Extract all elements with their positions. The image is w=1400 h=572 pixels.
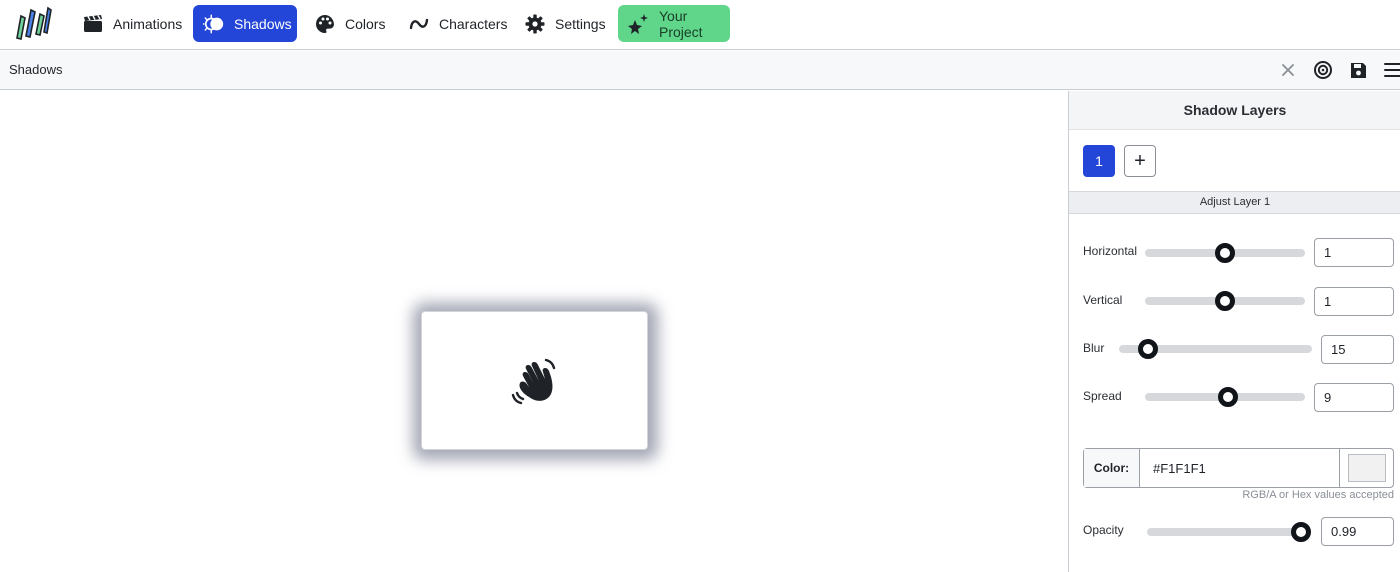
slider-thumb[interactable] (1215, 243, 1235, 263)
nav-label: Settings (555, 15, 606, 32)
spread-input[interactable]: 9 (1314, 383, 1394, 412)
adjust-layer-title: Adjust Layer 1 (1069, 191, 1400, 214)
color-input[interactable]: #F1F1F1 (1140, 449, 1339, 487)
close-button[interactable] (1277, 59, 1299, 81)
nav-label: Colors (345, 15, 386, 32)
app-logo[interactable] (12, 6, 52, 40)
menu-icon (1384, 63, 1400, 77)
color-helper-text: RGB/A or Hex values accepted (1242, 489, 1394, 501)
horizontal-label: Horizontal (1083, 244, 1138, 258)
tilde-icon (408, 13, 430, 35)
slider-thumb[interactable] (1215, 291, 1235, 311)
color-field-group: Color: #F1F1F1 (1083, 448, 1394, 488)
palette-icon (314, 13, 336, 35)
nav-label: Animations (113, 15, 183, 32)
blur-slider[interactable] (1119, 339, 1312, 359)
nav-characters[interactable]: Characters (398, 5, 517, 42)
top-navigation: Animations Shadows Colors Characters Set… (0, 0, 1400, 50)
layer-1-button[interactable]: 1 (1083, 145, 1115, 177)
spread-slider[interactable] (1145, 387, 1305, 407)
panel-title: Shadow Layers (1069, 91, 1400, 130)
clapperboard-icon (82, 13, 104, 35)
vertical-label: Vertical (1083, 293, 1123, 307)
close-icon (1282, 64, 1294, 76)
blur-input[interactable]: 15 (1321, 335, 1394, 364)
shadow-layers-panel: Shadow Layers 1 + Adjust Layer 1 Horizon… (1068, 91, 1400, 572)
nav-label: Your Project (659, 7, 703, 40)
shadow-icon (203, 13, 225, 35)
nav-label: Shadows (234, 15, 292, 32)
opacity-slider[interactable] (1147, 522, 1312, 542)
waving-hand-icon (511, 358, 555, 404)
vertical-slider[interactable] (1145, 291, 1305, 311)
toolbar-title: Shadows (9, 62, 63, 77)
nav-label: Characters (439, 15, 508, 32)
sparkle-stars-icon (628, 13, 650, 35)
save-icon (1350, 62, 1366, 78)
nav-colors[interactable]: Colors (304, 5, 395, 42)
slider-thumb[interactable] (1137, 339, 1158, 359)
color-swatch (1347, 454, 1386, 482)
your-project-button[interactable]: Your Project (618, 5, 730, 42)
add-layer-button[interactable]: + (1124, 145, 1156, 177)
target-button[interactable] (1312, 59, 1334, 81)
shadow-preview-card (421, 311, 648, 450)
slider-thumb[interactable] (1291, 522, 1312, 542)
gear-icon (524, 13, 546, 35)
spread-label: Spread (1083, 389, 1122, 403)
opacity-label: Opacity (1083, 523, 1124, 537)
horizontal-slider[interactable] (1145, 243, 1305, 263)
horizontal-input[interactable]: 1 (1314, 238, 1394, 267)
nav-settings[interactable]: Settings (514, 5, 616, 42)
vertical-input[interactable]: 1 (1314, 287, 1394, 316)
nav-animations[interactable]: Animations (72, 5, 192, 42)
color-label: Color: (1084, 449, 1140, 487)
toolbar: Shadows (0, 51, 1400, 90)
blur-label: Blur (1083, 341, 1105, 355)
save-button[interactable] (1347, 59, 1369, 81)
color-picker-button[interactable] (1339, 449, 1393, 487)
opacity-input[interactable]: 0.99 (1321, 517, 1394, 546)
menu-button[interactable] (1382, 59, 1400, 81)
target-icon (1314, 61, 1332, 79)
slider-thumb[interactable] (1218, 387, 1239, 407)
preview-canvas (0, 91, 1068, 572)
nav-shadows[interactable]: Shadows (193, 5, 297, 42)
